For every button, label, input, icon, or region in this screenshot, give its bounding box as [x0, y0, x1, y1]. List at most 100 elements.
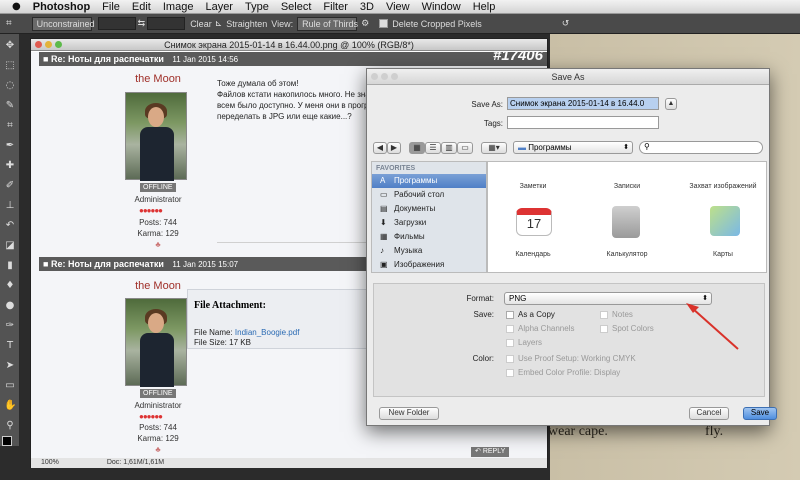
reset-icon[interactable]: ↺: [562, 19, 570, 29]
lasso-tool-icon[interactable]: ◌: [4, 80, 16, 92]
proof-setup-checkbox[interactable]: [506, 355, 514, 363]
search-input[interactable]: [639, 141, 763, 154]
apple-menu-icon[interactable]: ●: [12, 1, 21, 12]
sidebar-item-apps[interactable]: A Программы: [372, 174, 486, 188]
height-field[interactable]: [147, 17, 186, 30]
menu-bar: ● Photoshop File Edit Image Layer Type S…: [0, 0, 800, 14]
shape-tool-icon[interactable]: ▭: [4, 380, 16, 392]
calendar-icon[interactable]: 17: [516, 208, 552, 236]
sidebar-item-movies[interactable]: ▦ Фильмы: [372, 230, 486, 244]
width-field[interactable]: [97, 17, 136, 30]
menu-edit[interactable]: Edit: [132, 1, 151, 13]
sidebar-item-music[interactable]: ♪ Музыка: [372, 244, 486, 258]
post-collapse-icon[interactable]: ■: [43, 259, 48, 269]
list-view-button[interactable]: ☰: [425, 142, 441, 154]
icon-view-button[interactable]: ▦: [409, 142, 425, 154]
straighten-icon[interactable]: ⊾: [215, 19, 223, 29]
location-popup[interactable]: ▬ Программы ⬍: [513, 141, 633, 154]
app-maps[interactable]: Карты: [688, 250, 758, 259]
clear-button[interactable]: Clear: [190, 19, 212, 29]
menu-filter[interactable]: Filter: [323, 1, 347, 13]
menu-window[interactable]: Window: [422, 1, 461, 13]
minimize-window-icon[interactable]: [45, 41, 52, 48]
menu-image[interactable]: Image: [163, 1, 194, 13]
menu-view[interactable]: View: [386, 1, 410, 13]
column-view-button[interactable]: ▥: [441, 142, 457, 154]
maps-icon[interactable]: [710, 206, 740, 236]
post-collapse-icon[interactable]: ■: [43, 54, 48, 64]
status-badge: OFFLINE: [140, 183, 176, 192]
app-notes[interactable]: Заметки: [498, 182, 568, 191]
app-stickies[interactable]: Записки: [592, 182, 662, 191]
app-image-capture[interactable]: Захват изображений: [688, 182, 758, 191]
gradient-tool-icon[interactable]: ▮: [4, 260, 16, 272]
path-select-icon[interactable]: ➤: [4, 360, 16, 372]
format-select[interactable]: PNG ⬍: [504, 292, 712, 305]
swap-icon[interactable]: ⇆: [138, 18, 146, 29]
blur-tool-icon[interactable]: ♦: [4, 280, 16, 292]
new-folder-button[interactable]: New Folder: [379, 407, 439, 420]
color-label: Color:: [472, 354, 494, 363]
alpha-channels-checkbox[interactable]: [506, 325, 514, 333]
forward-button[interactable]: ▶: [387, 142, 401, 154]
menu-3d[interactable]: 3D: [360, 1, 374, 13]
menu-type[interactable]: Type: [245, 1, 269, 13]
quick-select-tool-icon[interactable]: ✎: [4, 100, 16, 112]
back-button[interactable]: ◀: [373, 142, 387, 154]
close-window-icon[interactable]: [35, 41, 42, 48]
straighten-button[interactable]: Straighten: [226, 19, 267, 29]
reply-button[interactable]: ↶ REPLY: [471, 447, 510, 457]
healing-tool-icon[interactable]: ✚: [4, 160, 16, 172]
zoom-window-icon[interactable]: [55, 41, 62, 48]
attachment-link[interactable]: Indian_Boogie.pdf: [235, 328, 300, 337]
view-select[interactable]: Rule of Thirds: [297, 16, 358, 31]
move-tool-icon[interactable]: ✥: [4, 40, 16, 52]
sidebar-item-downloads[interactable]: ⬇ Загрузки: [372, 216, 486, 230]
eyedropper-tool-icon[interactable]: ✒: [4, 140, 16, 152]
crop-tool-icon[interactable]: ⌗: [6, 18, 12, 29]
dialog-title-bar: Save As: [367, 69, 769, 85]
foreground-color-swatch[interactable]: [2, 436, 12, 446]
save-button[interactable]: Save: [743, 407, 777, 420]
arrange-button[interactable]: ▦▾: [481, 142, 507, 154]
notes-checkbox[interactable]: [600, 311, 608, 319]
layers-checkbox[interactable]: [506, 339, 514, 347]
stamp-tool-icon[interactable]: ⊥: [4, 200, 16, 212]
menu-file[interactable]: File: [102, 1, 120, 13]
dialog-sidebar: FAVORITES A Программы ▭ Рабочий стол ▤ Доку…: [371, 161, 487, 273]
menu-help[interactable]: Help: [473, 1, 496, 13]
settings-gear-icon[interactable]: ⚙: [361, 19, 369, 29]
brush-tool-icon[interactable]: ✐: [4, 180, 16, 192]
ratio-select[interactable]: Unconstrained: [31, 16, 95, 31]
hand-tool-icon[interactable]: ✋: [4, 400, 16, 412]
cancel-button[interactable]: Cancel: [689, 407, 729, 420]
attachment-file-size: File Size: 17 KB: [194, 338, 251, 347]
crop-tool-icon[interactable]: ⌗: [4, 120, 16, 132]
expand-dialog-button[interactable]: ▲: [665, 98, 677, 110]
zoom-tool-icon[interactable]: ⚲: [4, 420, 16, 432]
menu-select[interactable]: Select: [281, 1, 312, 13]
save-as-input[interactable]: Снимок экрана 2015-01-14 в 16.44.0: [507, 97, 659, 110]
app-calendar[interactable]: Календарь: [498, 250, 568, 259]
type-tool-icon[interactable]: T: [4, 340, 16, 352]
delete-cropped-checkbox[interactable]: [379, 19, 389, 28]
as-copy-checkbox[interactable]: [506, 311, 514, 319]
coverflow-view-button[interactable]: ▭: [457, 142, 473, 154]
embed-profile-checkbox[interactable]: [506, 369, 514, 377]
tags-input[interactable]: [507, 116, 659, 129]
history-brush-icon[interactable]: ↶: [4, 220, 16, 232]
menu-photoshop[interactable]: Photoshop: [33, 1, 90, 13]
sidebar-item-pictures[interactable]: ▣ Изображения: [372, 258, 486, 272]
pen-tool-icon[interactable]: ✑: [4, 320, 16, 332]
calculator-icon[interactable]: [612, 206, 640, 238]
dodge-tool-icon[interactable]: ●: [4, 300, 16, 312]
marquee-tool-icon[interactable]: ⬚: [4, 60, 16, 72]
zoom-level[interactable]: 100%: [41, 459, 59, 466]
eraser-tool-icon[interactable]: ◪: [4, 240, 16, 252]
sidebar-item-desktop[interactable]: ▭ Рабочий стол: [372, 188, 486, 202]
downloads-icon: ⬇: [380, 218, 387, 227]
app-calculator[interactable]: Калькулятор: [592, 250, 662, 259]
sidebar-item-documents[interactable]: ▤ Документы: [372, 202, 486, 216]
menu-layer[interactable]: Layer: [205, 1, 233, 13]
spot-colors-checkbox[interactable]: [600, 325, 608, 333]
